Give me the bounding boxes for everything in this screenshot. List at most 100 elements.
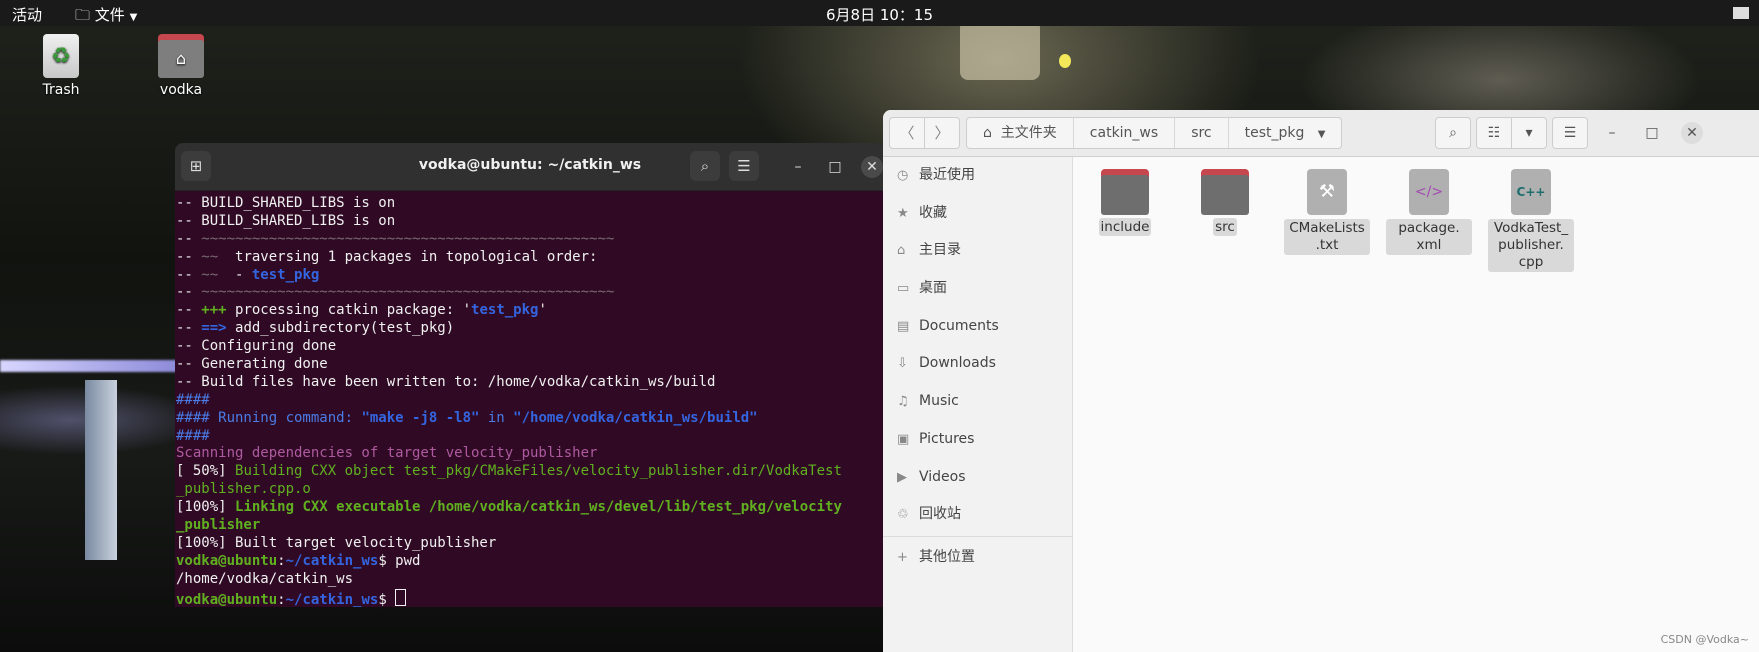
terminal-text-segment: Scanning dependencies of target velocity… xyxy=(176,445,598,462)
close-icon[interactable]: ✕ xyxy=(861,156,883,178)
desktop-trash-label: Trash xyxy=(42,82,80,98)
terminal-line: [ 50%] Building CXX object test_pkg/CMak… xyxy=(176,463,885,481)
path-test-pkg[interactable]: test_pkg ▼ xyxy=(1229,118,1342,148)
terminal-line: #### xyxy=(176,428,885,446)
view-options-button[interactable]: ▾ xyxy=(1511,117,1547,149)
file-manager-header[interactable]: 〈 〉 ⌂ 主文件夹 catkin_ws src test_pkg ▼ ⌕ ☷ … xyxy=(883,110,1759,157)
terminal-titlebar[interactable]: ⊞ vodka@ubuntu: ~/catkin_ws ⌕ ☰ – □ ✕ xyxy=(175,143,885,191)
terminal-cursor xyxy=(395,588,407,606)
terminal-line: Scanning dependencies of target velocity… xyxy=(176,445,885,463)
forward-button[interactable]: 〉 xyxy=(924,117,960,149)
terminal-line: -- +++ processing catkin package: 'test_… xyxy=(176,302,885,320)
path-bar[interactable]: ⌂ 主文件夹 catkin_ws src test_pkg ▼ xyxy=(966,117,1343,149)
file-item-cpp-source[interactable]: C++ VodkaTest_ publisher. cpp xyxy=(1488,169,1574,272)
terminal-text-segment: ==> xyxy=(201,320,227,337)
home-icon: ⌂ xyxy=(983,125,992,141)
sidebar-item-home[interactable]: ⌂ 主目录 xyxy=(883,232,1072,270)
video-icon: ▶ xyxy=(897,469,907,485)
search-icon[interactable]: ⌕ xyxy=(690,151,720,181)
terminal-text-segment: ~~ xyxy=(201,266,219,283)
xml-file-icon: </> xyxy=(1409,169,1449,215)
back-button[interactable]: 〈 xyxy=(889,117,925,149)
path-home[interactable]: ⌂ 主文件夹 xyxy=(967,118,1074,148)
terminal-text-segment: in xyxy=(479,409,514,426)
places-sidebar: ◷ 最近使用 ★ 收藏 ⌂ 主目录 ▭ 桌面 ▤ Documents ⇩ Downloads… xyxy=(883,157,1073,652)
file-item-include[interactable]: include xyxy=(1082,169,1168,236)
sidebar-item-starred[interactable]: ★ 收藏 xyxy=(883,195,1072,233)
terminal-text-segment: +++ xyxy=(201,302,227,319)
desktop-home-folder[interactable]: ⌂ vodka xyxy=(136,34,226,98)
music-icon: ♫ xyxy=(897,394,909,410)
cmake-file-icon: ⚒ xyxy=(1307,169,1347,215)
terminal-text-segment: [100%] Built target velocity_publisher xyxy=(176,534,497,551)
file-name: CMakeLists .txt xyxy=(1284,219,1370,255)
terminal-title: vodka@ubuntu: ~/catkin_ws xyxy=(418,157,642,173)
terminal-text-segment: -- BUILD_SHARED_LIBS is on xyxy=(176,195,396,211)
file-name: VodkaTest_ publisher. cpp xyxy=(1488,219,1574,272)
terminal-line: -- ~~ traversing 1 packages in topologic… xyxy=(176,249,885,267)
terminal-line: -- BUILD_SHARED_LIBS is on xyxy=(176,213,885,231)
terminal-text-segment: "make -j8 -l8" xyxy=(361,409,480,426)
search-button[interactable]: ⌕ xyxy=(1435,117,1471,149)
terminal-text-segment: ~~~~~~~~~~~~~~~~~~~~~~~~~~~~~~~~~~~~~~~~… xyxy=(201,284,615,301)
terminal-line: -- Generating done xyxy=(176,356,885,374)
file-manager-window[interactable]: 〈 〉 ⌂ 主文件夹 catkin_ws src test_pkg ▼ ⌕ ☷ … xyxy=(883,110,1759,652)
sidebar-item-other-locations[interactable]: + 其他位置 xyxy=(883,539,1072,577)
path-catkin-ws[interactable]: catkin_ws xyxy=(1074,118,1176,148)
watermark: CSDN @Vodka~ xyxy=(1660,633,1749,646)
sidebar-divider xyxy=(883,535,1072,537)
cpp-file-icon: C++ xyxy=(1511,169,1551,215)
terminal-line: _publisher.cpp.o xyxy=(176,481,885,499)
download-icon: ⇩ xyxy=(897,356,908,372)
terminal-text-segment: -- xyxy=(176,230,202,247)
sidebar-item-videos[interactable]: ▶ Videos xyxy=(883,459,1072,497)
terminal-line: _publisher xyxy=(176,517,885,535)
sidebar-item-downloads[interactable]: ⇩ Downloads xyxy=(883,345,1072,383)
file-item-package-xml[interactable]: </> package. xml xyxy=(1386,169,1472,255)
minimize-icon[interactable]: – xyxy=(787,156,809,178)
terminal-text-segment: vodka@ubuntu xyxy=(176,552,278,569)
sidebar-item-documents[interactable]: ▤ Documents xyxy=(883,308,1072,346)
path-src[interactable]: src xyxy=(1175,118,1229,148)
terminal-text-segment: processing catkin package: ' xyxy=(226,302,472,319)
home-folder-icon: ⌂ xyxy=(158,34,204,78)
terminal-text-segment: "/home/vodka/catkin_ws/build" xyxy=(513,409,758,426)
chevron-down-icon: ▼ xyxy=(1317,129,1326,140)
sidebar-item-music[interactable]: ♫ Music xyxy=(883,383,1072,421)
list-view-button[interactable]: ☷ xyxy=(1476,117,1512,149)
minimize-icon[interactable]: – xyxy=(1601,122,1623,144)
sidebar-item-trash[interactable]: ♲ 回收站 xyxy=(883,496,1072,534)
terminal-line: -- ~~ - test_pkg xyxy=(176,267,885,285)
file-item-cmakelists[interactable]: ⚒ CMakeLists .txt xyxy=(1284,169,1370,255)
plus-icon: + xyxy=(897,549,908,565)
file-grid[interactable]: include src ⚒ CMakeLists .txt </> packag… xyxy=(1073,157,1759,652)
terminal-text-segment: : xyxy=(277,552,286,569)
home-icon: ⌂ xyxy=(897,243,906,259)
terminal-text-segment: -- Generating done xyxy=(176,356,328,373)
maximize-icon[interactable]: □ xyxy=(1641,122,1663,144)
maximize-icon[interactable]: □ xyxy=(824,156,846,178)
desktop-trash[interactable]: ♻ Trash xyxy=(16,34,106,98)
sidebar-item-recent[interactable]: ◷ 最近使用 xyxy=(883,157,1072,195)
terminal-text-segment: $ xyxy=(378,591,396,607)
terminal-line: -- Build files have been written to: /ho… xyxy=(176,374,885,392)
terminal-text-segment: _publisher.cpp.o xyxy=(176,481,311,498)
close-icon[interactable]: ✕ xyxy=(1681,122,1703,144)
terminal-text-segment: -- xyxy=(176,320,202,337)
battery-icon[interactable] xyxy=(1733,7,1749,19)
terminal-window[interactable]: ⊞ vodka@ubuntu: ~/catkin_ws ⌕ ☰ – □ ✕ --… xyxy=(175,143,885,607)
hamburger-menu-icon[interactable]: ☰ xyxy=(1552,117,1588,149)
file-name: package. xml xyxy=(1386,219,1472,255)
hamburger-menu-icon[interactable]: ☰ xyxy=(729,151,759,181)
clock[interactable]: 6月8日 10：15 xyxy=(0,4,1759,25)
sidebar-item-pictures[interactable]: ▣ Pictures xyxy=(883,421,1072,459)
terminal-output[interactable]: -- BUILD_SHARED_LIBS is on -- BUILD_SHARE… xyxy=(175,191,885,607)
terminal-text-segment: -- Configuring done xyxy=(176,338,337,355)
terminal-text-segment: ' xyxy=(538,302,547,319)
terminal-text-segment: [ 50%] xyxy=(176,463,236,480)
desktop-icon: ▭ xyxy=(897,281,910,297)
background-signal-light xyxy=(1059,54,1071,68)
folder-icon xyxy=(1101,169,1149,215)
file-item-src[interactable]: src xyxy=(1182,169,1268,236)
sidebar-item-desktop[interactable]: ▭ 桌面 xyxy=(883,270,1072,308)
